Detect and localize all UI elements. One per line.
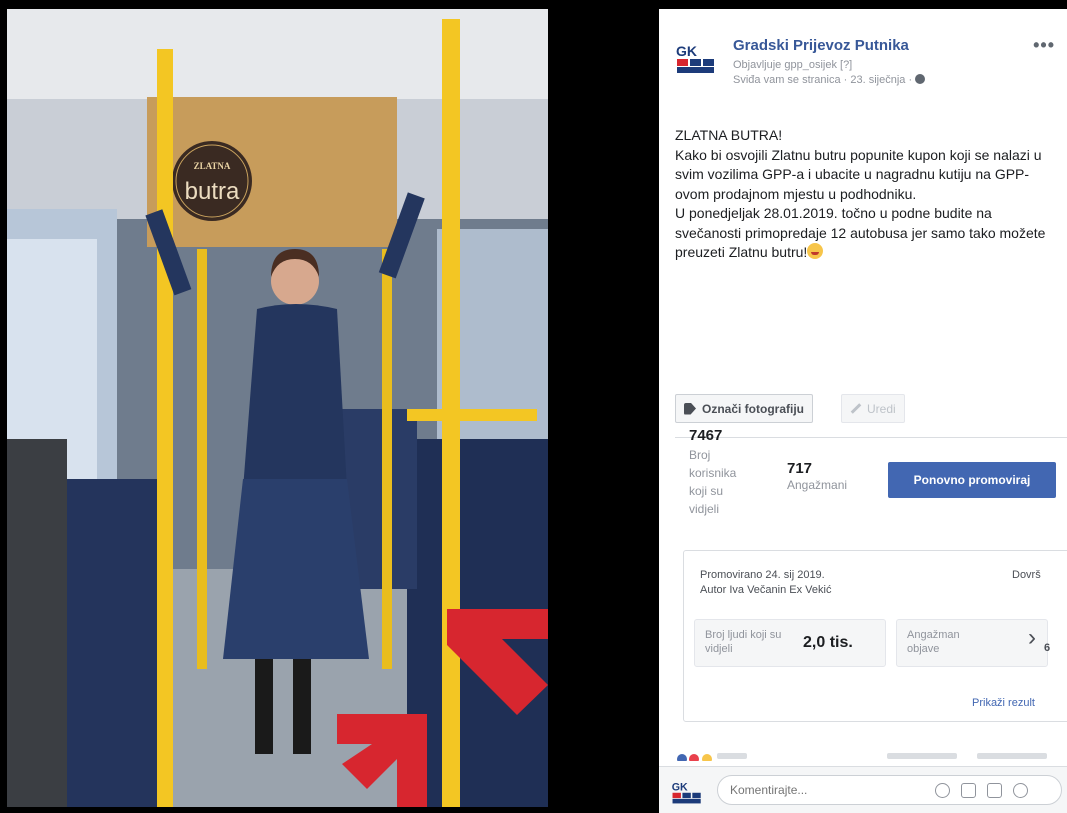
metric-label: Broj ljudi koji su vidjeli bbox=[705, 629, 782, 655]
post-line: Kako bi osvojili Zlatnu butru popunite k… bbox=[675, 146, 1042, 202]
haha-reaction-icon bbox=[701, 754, 712, 761]
love-reaction-icon bbox=[689, 754, 700, 761]
page-name-link[interactable]: Gradski Prijevoz Putnika bbox=[733, 37, 909, 54]
metric-post-engagement: Angažman objave bbox=[896, 619, 1048, 667]
svg-text:GK: GK bbox=[676, 43, 697, 59]
promotion-date: Promovirano 24. sij 2019. bbox=[700, 569, 825, 581]
tag-photo-button[interactable]: Označi fotografiju bbox=[675, 394, 813, 423]
camera-icon[interactable] bbox=[961, 783, 976, 798]
promotion-author: Autor Iva Večanin Ex Vekić bbox=[700, 584, 832, 596]
show-results-link[interactable]: Prikaži rezult bbox=[972, 697, 1035, 709]
more-options-button[interactable]: ••• bbox=[1033, 35, 1055, 56]
pencil-icon bbox=[850, 403, 862, 414]
engagement-value: 717 bbox=[787, 460, 813, 477]
reach-value: 7467 bbox=[689, 427, 723, 444]
sticker-icon[interactable] bbox=[1013, 783, 1028, 798]
metric-people-reached: Broj ljudi koji su vidjeli 2,0 tis. bbox=[694, 619, 886, 667]
promotion-summary: Promovirano 24. sij 2019. Autor Iva Veča… bbox=[683, 550, 1067, 722]
page-avatar-icon: GK bbox=[672, 781, 701, 804]
next-metric-chevron-icon[interactable]: › bbox=[1028, 623, 1058, 653]
divider bbox=[675, 437, 1067, 438]
globe-icon bbox=[915, 74, 926, 84]
page-logo-icon[interactable]: GK bbox=[675, 41, 717, 75]
gif-icon[interactable] bbox=[987, 783, 1002, 798]
tag-photo-label: Označi fotografiju bbox=[702, 401, 804, 416]
comment-tools bbox=[935, 783, 1028, 798]
tag-icon bbox=[684, 402, 696, 415]
sign-line2: butra bbox=[185, 178, 240, 205]
sign-line1: ZLATNA bbox=[194, 161, 231, 171]
svg-text:GK: GK bbox=[672, 781, 688, 793]
like-reaction-icon bbox=[677, 754, 687, 761]
post-line-text: U ponedjeljak 28.01.2019. točno u podne … bbox=[675, 205, 1046, 260]
edit-button: Uredi bbox=[841, 394, 905, 423]
next-metric-value: 6 bbox=[1044, 642, 1051, 654]
emoji-icon[interactable] bbox=[935, 783, 950, 798]
post-panel: GK Gradski Prijevoz Putnika Objavljuje g… bbox=[659, 9, 1067, 813]
boost-again-button[interactable]: Ponovno promoviraj bbox=[888, 462, 1056, 498]
shares-count bbox=[977, 753, 1047, 759]
reaction-count bbox=[717, 753, 747, 759]
post-message: ZLATNA BUTRA! Kako bi osvojili Zlatnu bu… bbox=[675, 126, 1060, 263]
promotion-status: Dovrš bbox=[1012, 569, 1041, 581]
post-photo[interactable]: ZLATNA butra bbox=[7, 9, 548, 807]
reactions-strip[interactable] bbox=[677, 751, 1057, 761]
post-line: ZLATNA BUTRA! bbox=[675, 127, 783, 143]
metric-label: Angažman objave bbox=[907, 629, 960, 655]
comments-count bbox=[887, 753, 957, 759]
post-date: Sviđa vam se stranica · 23. siječnja · bbox=[733, 74, 913, 86]
edit-label: Uredi bbox=[867, 401, 896, 416]
reach-label: Broj korisnika koji su vidjeli bbox=[689, 448, 737, 516]
post-line: U ponedjeljak 28.01.2019. točno u podne … bbox=[675, 204, 1060, 263]
metric-value: 2,0 tis. bbox=[803, 634, 853, 651]
published-by: Objavljuje gpp_osijek [?] bbox=[733, 59, 853, 71]
comment-bar: GK bbox=[659, 766, 1067, 813]
post-date-meta: Sviđa vam se stranica · 23. siječnja · bbox=[733, 74, 926, 86]
engagement-label: Angažmani bbox=[787, 478, 848, 492]
post-header: GK Gradski Prijevoz Putnika Objavljuje g… bbox=[675, 35, 1067, 97]
smile-emoji-icon bbox=[807, 243, 824, 259]
